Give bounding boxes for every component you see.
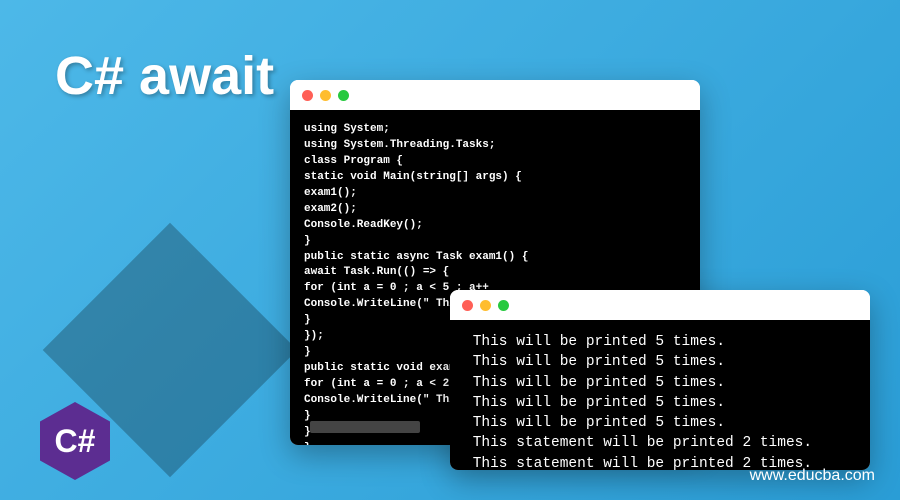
code-line: }); xyxy=(304,330,324,342)
output-line: This will be printed 5 times. xyxy=(464,354,725,370)
code-line: Console.ReadKey(); xyxy=(304,219,423,231)
output-line: This will be printed 5 times. xyxy=(464,334,725,350)
code-line: exam1(); xyxy=(304,187,357,199)
minimize-icon xyxy=(480,300,491,311)
code-line: using System.Threading.Tasks; xyxy=(304,139,495,151)
code-line: class Program { xyxy=(304,155,403,167)
output-line: This statement will be printed 2 times. xyxy=(464,435,812,451)
logo-text: C# xyxy=(55,423,96,460)
code-line: } xyxy=(304,314,311,326)
close-icon xyxy=(302,90,313,101)
code-line: } xyxy=(304,346,311,358)
output-terminal: This will be printed 5 times. This will … xyxy=(450,320,870,470)
output-line: This will be printed 5 times. xyxy=(464,415,725,431)
hexagon-icon: C# xyxy=(40,402,110,480)
output-line: This will be printed 5 times. xyxy=(464,375,725,391)
code-line: Console.WriteLine(" This xyxy=(304,394,462,406)
code-line: public static void exam2( xyxy=(304,362,469,374)
csharp-logo: C# xyxy=(40,402,110,480)
code-line: using System; xyxy=(304,123,390,135)
code-line: } xyxy=(304,410,311,422)
code-line: } xyxy=(304,235,311,247)
page-title: C# await xyxy=(55,45,274,107)
window-titlebar xyxy=(450,290,870,320)
output-window: This will be printed 5 times. This will … xyxy=(450,290,870,470)
website-url: www.educba.com xyxy=(750,467,875,485)
maximize-icon xyxy=(498,300,509,311)
minimize-icon xyxy=(320,90,331,101)
window-titlebar xyxy=(290,80,700,110)
code-line: public static async Task exam1() { xyxy=(304,251,528,263)
code-line: Console.WriteLine(" This xyxy=(304,298,462,310)
code-line: exam2(); xyxy=(304,203,357,215)
code-line: static void Main(string[] args) { xyxy=(304,171,522,183)
code-line: await Task.Run(() => { xyxy=(304,266,449,278)
output-line: This will be printed 5 times. xyxy=(464,395,725,411)
code-line: } xyxy=(304,442,311,445)
scrollbar-thumb xyxy=(310,421,420,433)
maximize-icon xyxy=(338,90,349,101)
close-icon xyxy=(462,300,473,311)
